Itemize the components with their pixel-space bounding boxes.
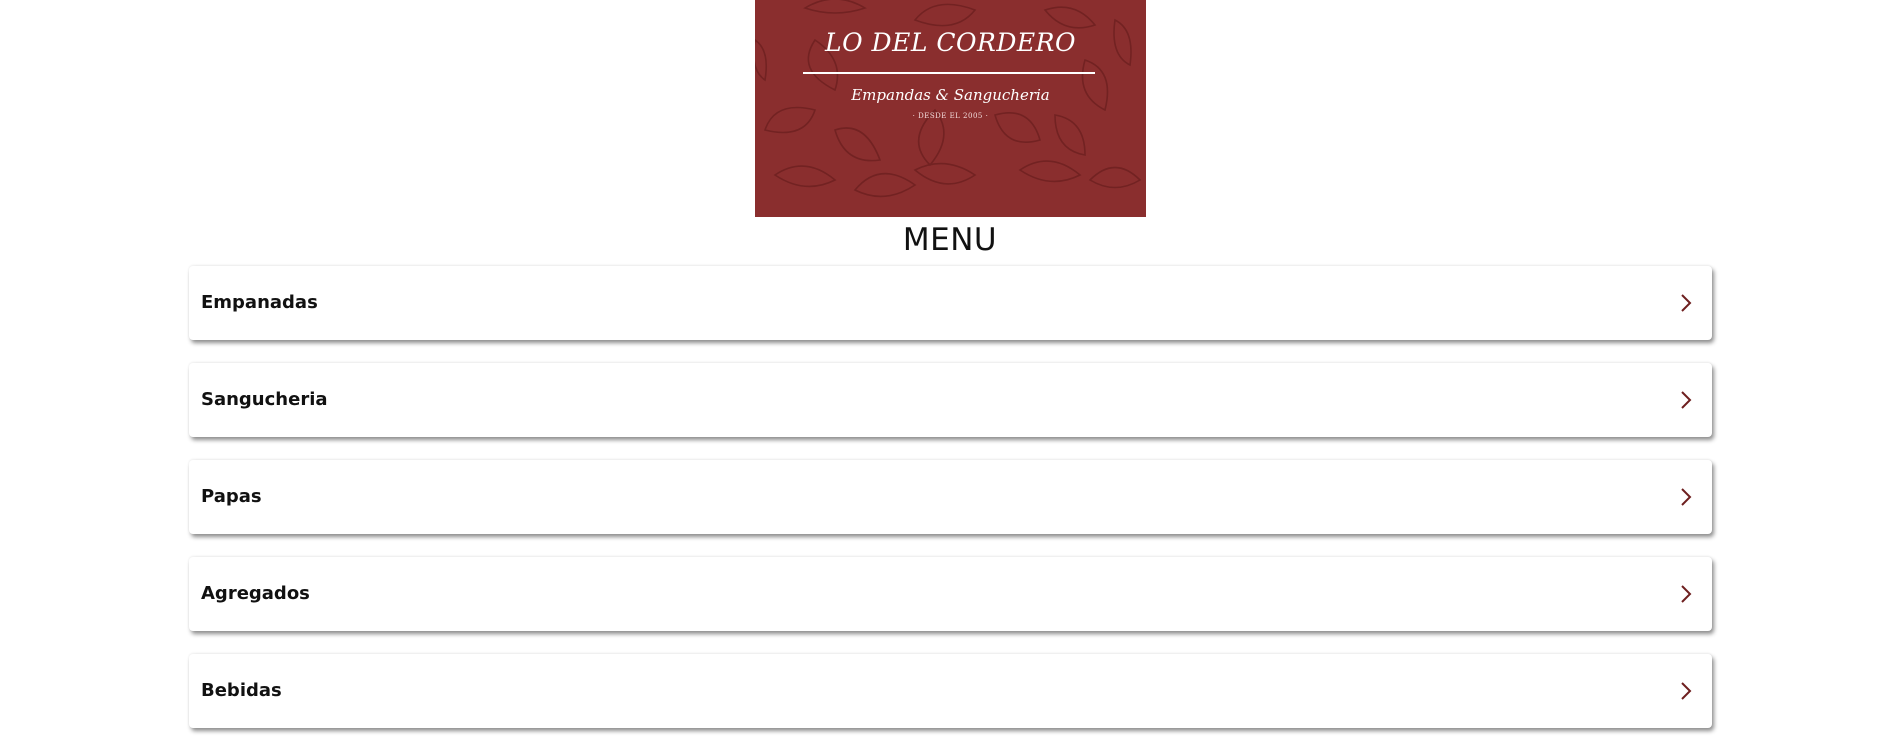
chevron-right-icon <box>1681 585 1692 603</box>
menu-item-label: Bebidas <box>201 680 282 701</box>
banner-title: LO DEL CORDERO <box>825 28 1076 57</box>
menu-list: Empanadas Sangucheria Papas Agregados Be… <box>189 266 1712 744</box>
menu-item-label: Sangucheria <box>201 389 328 410</box>
banner-divider <box>803 72 1095 74</box>
menu-heading: MENU <box>902 222 998 258</box>
menu-item-label: Empanadas <box>201 292 318 313</box>
menu-item-bebidas[interactable]: Bebidas <box>189 654 1712 728</box>
banner-since-text: · DESDE EL 2005 · <box>912 112 989 120</box>
menu-item-empanadas[interactable]: Empanadas <box>189 266 1712 340</box>
page: LO DEL CORDERO Empandas & Sangucheria · … <box>0 0 1890 744</box>
chevron-right-icon <box>1681 294 1692 312</box>
chevron-right-icon <box>1681 682 1692 700</box>
banner-subtitle: Empandas & Sangucheria <box>851 86 1050 104</box>
menu-item-agregados[interactable]: Agregados <box>189 557 1712 631</box>
menu-item-label: Agregados <box>201 583 310 604</box>
menu-item-sangucheria[interactable]: Sangucheria <box>189 363 1712 437</box>
chevron-right-icon <box>1681 391 1692 409</box>
restaurant-banner: LO DEL CORDERO Empandas & Sangucheria · … <box>755 0 1146 217</box>
menu-item-label: Papas <box>201 486 262 507</box>
chevron-right-icon <box>1681 488 1692 506</box>
menu-item-papas[interactable]: Papas <box>189 460 1712 534</box>
